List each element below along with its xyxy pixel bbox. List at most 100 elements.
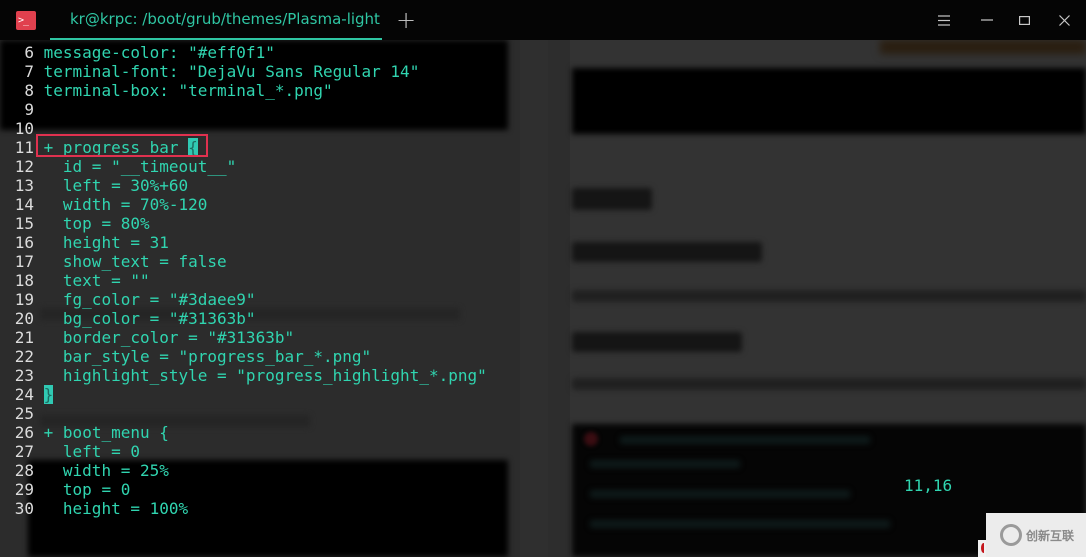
code-text: terminal-font: "DejaVu Sans Regular 14" (43, 62, 420, 81)
line-number: 29 (14, 480, 34, 499)
line-number: 28 (14, 461, 34, 480)
gutter-space (34, 480, 44, 499)
fold-marker[interactable]: + (44, 423, 54, 442)
code-text: width = 70%-120 (43, 195, 208, 214)
annotation-highlight-box (36, 134, 208, 157)
editor-line[interactable]: 20 bg_color = "#31363b" (0, 309, 256, 328)
code-text: top = 80% (43, 214, 150, 233)
editor-line[interactable]: 9 (0, 100, 44, 119)
line-number: 12 (14, 157, 34, 176)
line-number: 7 (24, 62, 34, 81)
gutter-space (34, 442, 44, 461)
code-text: top = 0 (43, 480, 131, 499)
gutter-space (34, 62, 44, 81)
code-text: width = 25% (43, 461, 169, 480)
gutter-space (34, 366, 44, 385)
code-text: message-color: "#eff0f1" (43, 43, 275, 62)
close-button[interactable] (1053, 9, 1075, 31)
editor-line[interactable]: 7 terminal-font: "DejaVu Sans Regular 14… (0, 62, 419, 81)
code-text: show_text = false (43, 252, 227, 271)
editor-line[interactable]: 8 terminal-box: "terminal_*.png" (0, 81, 332, 100)
gutter-space (34, 461, 44, 480)
editor-line[interactable]: 16 height = 31 (0, 233, 169, 252)
gutter-space (34, 423, 44, 442)
gutter-space (34, 404, 44, 423)
code-text: text = "" (43, 271, 150, 290)
gutter-space (34, 252, 44, 271)
editor-line[interactable]: 29 top = 0 (0, 480, 131, 499)
gutter-space (34, 271, 44, 290)
gutter-space (34, 195, 44, 214)
watermark-logo-icon (1000, 524, 1022, 546)
gutter-space (34, 214, 44, 233)
editor-line[interactable]: 26 + boot_menu { (0, 423, 169, 442)
line-number: 27 (14, 442, 34, 461)
editor-line[interactable]: 18 text = "" (0, 271, 150, 290)
code-text: bg_color = "#31363b" (43, 309, 256, 328)
editor-line[interactable]: 24 } (0, 385, 54, 404)
line-number: 15 (14, 214, 34, 233)
line-number: 26 (14, 423, 34, 442)
line-number: 24 (14, 385, 34, 404)
gutter-space (34, 290, 44, 309)
code-text: highlight_style = "progress_highlight_*.… (43, 366, 487, 385)
editor-line[interactable]: 21 border_color = "#31363b" (0, 328, 294, 347)
gutter-space (34, 43, 44, 62)
menu-button[interactable] (933, 9, 955, 31)
tab-title: kr@krpc: /boot/grub/themes/Plasma-light (70, 10, 380, 28)
new-tab-button[interactable]: + (394, 6, 418, 34)
code-text: boot_menu { (62, 423, 169, 442)
code-text: height = 100% (43, 499, 189, 518)
gutter-space (34, 347, 44, 366)
menu-icon (938, 14, 950, 26)
editor-line[interactable]: 25 (0, 404, 44, 423)
gutter-space (34, 309, 44, 328)
gutter-space (34, 100, 44, 119)
gutter-space (34, 176, 44, 195)
editor-line[interactable]: 13 left = 30%+60 (0, 176, 188, 195)
line-number: 21 (14, 328, 34, 347)
line-number: 30 (14, 499, 34, 518)
tab-terminal[interactable]: kr@krpc: /boot/grub/themes/Plasma-light (50, 0, 382, 40)
minimize-button[interactable] (976, 9, 998, 31)
editor-line[interactable]: 14 width = 70%-120 (0, 195, 208, 214)
editor-line[interactable]: 15 top = 80% (0, 214, 150, 233)
editor-line[interactable]: 6 message-color: "#eff0f1" (0, 43, 275, 62)
line-number: 6 (24, 43, 34, 62)
minimize-icon (981, 19, 993, 21)
editor-line[interactable]: 28 width = 25% (0, 461, 169, 480)
line-number: 16 (14, 233, 34, 252)
line-number: 22 (14, 347, 34, 366)
gutter-space (34, 157, 44, 176)
code-text: fg_color = "#3daee9" (43, 290, 256, 309)
plus-icon: + (395, 6, 417, 34)
code-text: bar_style = "progress_bar_*.png" (43, 347, 372, 366)
terminal-app-icon[interactable]: >_ (16, 11, 36, 30)
editor-line[interactable]: 23 highlight_style = "progress_highlight… (0, 366, 487, 385)
gutter-space (34, 233, 44, 252)
gutter-space (34, 328, 44, 347)
code-text: left = 0 (43, 442, 140, 461)
editor-line[interactable]: 22 bar_style = "progress_bar_*.png" (0, 347, 371, 366)
editor-line[interactable]: 30 height = 100% (0, 499, 188, 518)
maximize-icon (1018, 15, 1030, 25)
code-text: id = "__timeout__" (43, 157, 237, 176)
code-text: border_color = "#31363b" (43, 328, 295, 347)
maximize-button[interactable] (1013, 9, 1035, 31)
title-bar: >_ kr@krpc: /boot/grub/themes/Plasma-lig… (0, 0, 1086, 40)
line-number: 9 (24, 100, 34, 119)
editor-line[interactable]: 17 show_text = false (0, 252, 227, 271)
line-number: 10 (14, 119, 34, 138)
terminal-icon-glyph: >_ (18, 15, 29, 26)
line-number: 13 (14, 176, 34, 195)
line-number: 17 (14, 252, 34, 271)
line-number: 19 (14, 290, 34, 309)
editor-line[interactable]: 27 left = 0 (0, 442, 140, 461)
watermark: 创新互联 (986, 513, 1086, 557)
watermark-text: 创新互联 (1026, 528, 1075, 543)
cursor-position-readout: 11,16 (904, 476, 953, 495)
editor-line[interactable]: 12 id = "__timeout__" (0, 157, 237, 176)
matching-bracket: } (43, 385, 54, 404)
line-number: 25 (14, 404, 34, 423)
editor-line[interactable]: 19 fg_color = "#3daee9" (0, 290, 256, 309)
